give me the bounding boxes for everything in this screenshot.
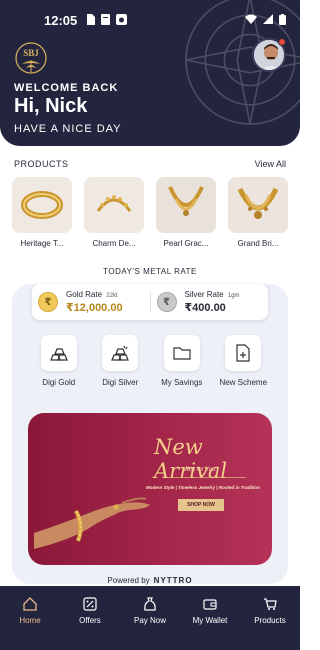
gold-rate-unit: 22kt xyxy=(106,293,118,299)
shop-now-button[interactable]: SHOP NOW xyxy=(178,499,224,511)
product-card[interactable]: Pearl Grac... xyxy=(156,177,216,249)
silver-bars-icon xyxy=(111,345,130,361)
product-image xyxy=(12,177,72,233)
nav-label: Pay Now xyxy=(133,616,166,625)
wallet-icon xyxy=(203,599,217,610)
view-all-link[interactable]: View All xyxy=(255,159,286,169)
battery-icon xyxy=(279,14,286,25)
silver-rate-label: Silver Rate xyxy=(184,290,224,299)
banner-title: New Arrival xyxy=(154,435,228,483)
file-icon xyxy=(101,14,110,25)
gold-rate-label: Gold Rate xyxy=(66,290,103,299)
silver-coin-icon: ₹ xyxy=(156,292,177,312)
gold-coin-icon: ₹ xyxy=(38,292,58,312)
greeting-text: Hi, Nick xyxy=(14,95,88,117)
product-image xyxy=(156,177,216,233)
product-image xyxy=(84,177,144,233)
status-notification-icons xyxy=(86,14,127,25)
sim-card-icon xyxy=(87,14,95,25)
powered-by: Powered by NYTTRO xyxy=(0,576,300,585)
metal-rate-card: ₹ Gold Rate 22kt ₹12,000.00 ₹ Silver Rat… xyxy=(32,284,268,320)
action-label: Digi Silver xyxy=(102,378,139,387)
new-arrival-banner[interactable]: New Arrival Just for You Modern Style | … xyxy=(28,413,272,565)
cart-icon xyxy=(264,598,277,610)
header: 12:05 SBJ WELCOME BACK Hi, Nick HAVE A N… xyxy=(0,0,300,146)
product-card[interactable]: Grand Bri... xyxy=(228,177,288,249)
status-system-icons xyxy=(245,14,286,25)
tagline-text: HAVE A NICE DAY xyxy=(14,123,122,135)
silver-rate-value: ₹400.00 xyxy=(184,302,226,314)
metal-rate-title: TODAY'S METAL RATE xyxy=(103,267,197,276)
product-card[interactable]: Charm De... xyxy=(84,177,144,249)
product-image xyxy=(228,177,288,233)
necklace-icon xyxy=(168,186,204,216)
add-document-icon xyxy=(236,344,250,362)
nav-label: Home xyxy=(19,616,41,625)
wifi-icon xyxy=(245,14,257,24)
banner-subtitle: Just for You xyxy=(184,467,216,473)
action-label: New Scheme xyxy=(219,378,268,387)
bridal-necklace-icon xyxy=(237,187,279,219)
percent-icon xyxy=(83,597,97,611)
action-label: My Savings xyxy=(161,378,203,387)
brand-logo: SBJ xyxy=(15,42,47,74)
nav-products[interactable]: Products xyxy=(242,596,298,650)
nav-my-wallet[interactable]: My Wallet xyxy=(182,596,238,650)
banner-divider xyxy=(166,477,246,478)
nav-label: Products xyxy=(254,616,286,625)
silver-rate: ₹ Silver Rate 1gm ₹400.00 xyxy=(151,284,269,320)
product-card[interactable]: Heritage T... xyxy=(12,177,72,249)
product-carousel[interactable]: Heritage T... Charm De... Pearl Grac... xyxy=(12,177,300,249)
silver-rate-unit: 1gm xyxy=(227,293,240,299)
banner-tagline: Modern Style | Timeless Jewelry | Rooted… xyxy=(146,485,260,490)
gold-rate: ₹ Gold Rate 22kt ₹12,000.00 xyxy=(32,284,150,320)
nav-label: Offers xyxy=(79,616,101,625)
logo-text: SBJ xyxy=(23,48,39,58)
products-section-title: PRODUCTS xyxy=(14,159,69,169)
nav-home[interactable]: Home xyxy=(2,596,58,650)
product-name: Heritage T... xyxy=(20,239,64,248)
powered-by-brand: NYTTRO xyxy=(153,576,193,585)
bangle-icon xyxy=(21,191,63,219)
signal-icon xyxy=(263,14,273,24)
action-label: Digi Gold xyxy=(42,378,76,387)
status-time: 12:05 xyxy=(44,13,78,28)
powered-by-label: Powered by xyxy=(107,576,150,585)
action-my-savings[interactable]: My Savings xyxy=(151,335,213,387)
product-name: Grand Bri... xyxy=(237,239,279,248)
bracelet-icon xyxy=(96,195,132,212)
home-icon xyxy=(23,597,37,611)
gold-bars-icon xyxy=(49,348,68,361)
gold-rate-value: ₹12,000.00 xyxy=(66,302,123,314)
hand-bracelet-image xyxy=(34,497,150,549)
action-new-scheme[interactable]: New Scheme xyxy=(213,335,275,387)
bottom-nav: Home Offers Pay Now My Wallet Products xyxy=(0,586,300,650)
nav-label: My Wallet xyxy=(192,616,228,625)
nav-pay-now[interactable]: Pay Now xyxy=(122,596,178,650)
product-name: Charm De... xyxy=(92,239,136,248)
welcome-text: WELCOME BACK xyxy=(14,82,119,94)
action-digi-gold[interactable]: Digi Gold xyxy=(28,335,90,387)
notification-dot xyxy=(278,38,286,46)
folder-icon xyxy=(173,347,191,360)
quick-actions: Digi Gold Digi Silver My Savings New Sch… xyxy=(28,335,274,387)
nav-offers[interactable]: Offers xyxy=(62,596,118,650)
money-bag-icon xyxy=(144,597,156,611)
status-bar: 12:05 xyxy=(0,0,300,36)
app-notification-icon xyxy=(116,14,127,25)
product-name: Pearl Grac... xyxy=(163,239,209,248)
action-digi-silver[interactable]: Digi Silver xyxy=(90,335,152,387)
